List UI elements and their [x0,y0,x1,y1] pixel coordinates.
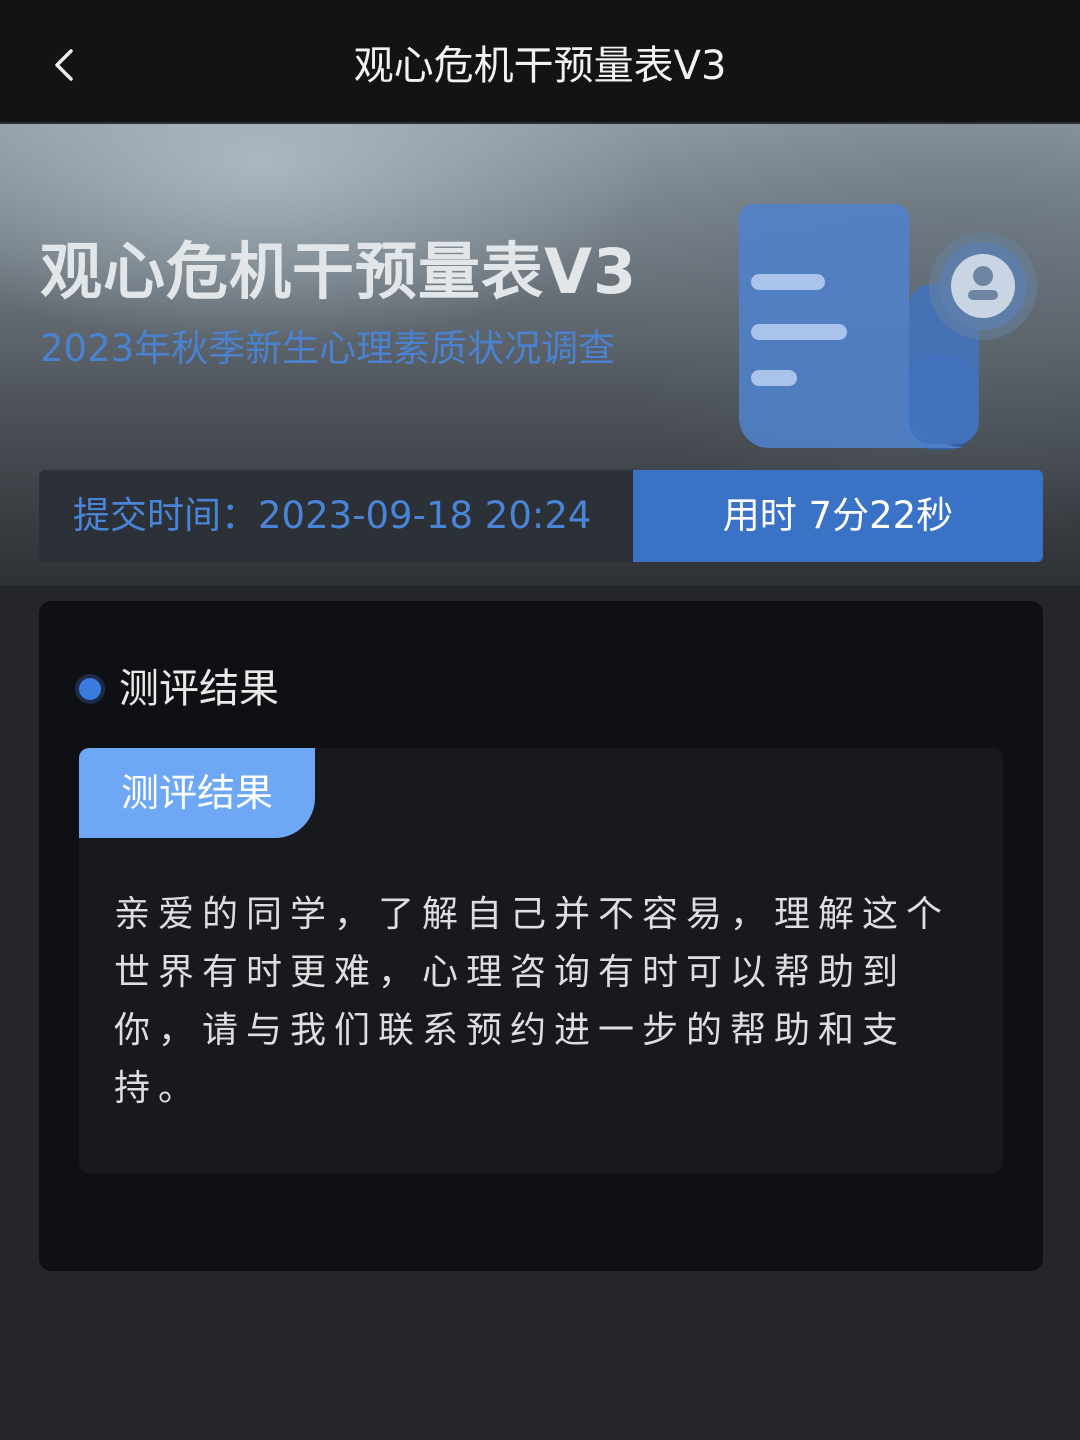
section-header: 测评结果 [79,663,279,715]
section-title: 测评结果 [119,666,279,712]
hero-title: 观心危机干预量表V3 [40,235,638,308]
submission-info-bar: 提交时间：2023-09-18 20:24 用时 7分22秒 [39,470,1043,562]
result-box: 测评结果 亲爱的同学，了解自己并不容易，理解这个世界有时更难，心理咨询有时可以帮… [79,748,1003,1173]
submit-time: 提交时间：2023-09-18 20:24 [39,470,633,562]
duration-badge: 用时 7分22秒 [633,470,1043,562]
bullet-dot-icon [79,678,101,700]
result-text: 亲爱的同学，了解自己并不容易，理解这个世界有时更难，心理咨询有时可以帮助到你，请… [114,894,951,1109]
result-tab-label: 测评结果 [79,748,315,838]
document-user-icon [739,204,1037,450]
page-title: 观心危机干预量表V3 [353,43,727,89]
result-card: 测评结果 测评结果 亲爱的同学，了解自己并不容易，理解这个世界有时更难，心理咨询… [39,601,1043,1271]
top-nav-bar: 观心危机干预量表V3 [0,0,1080,124]
hero-subtitle: 2023年秋季新生心理素质状况调查 [40,327,616,370]
